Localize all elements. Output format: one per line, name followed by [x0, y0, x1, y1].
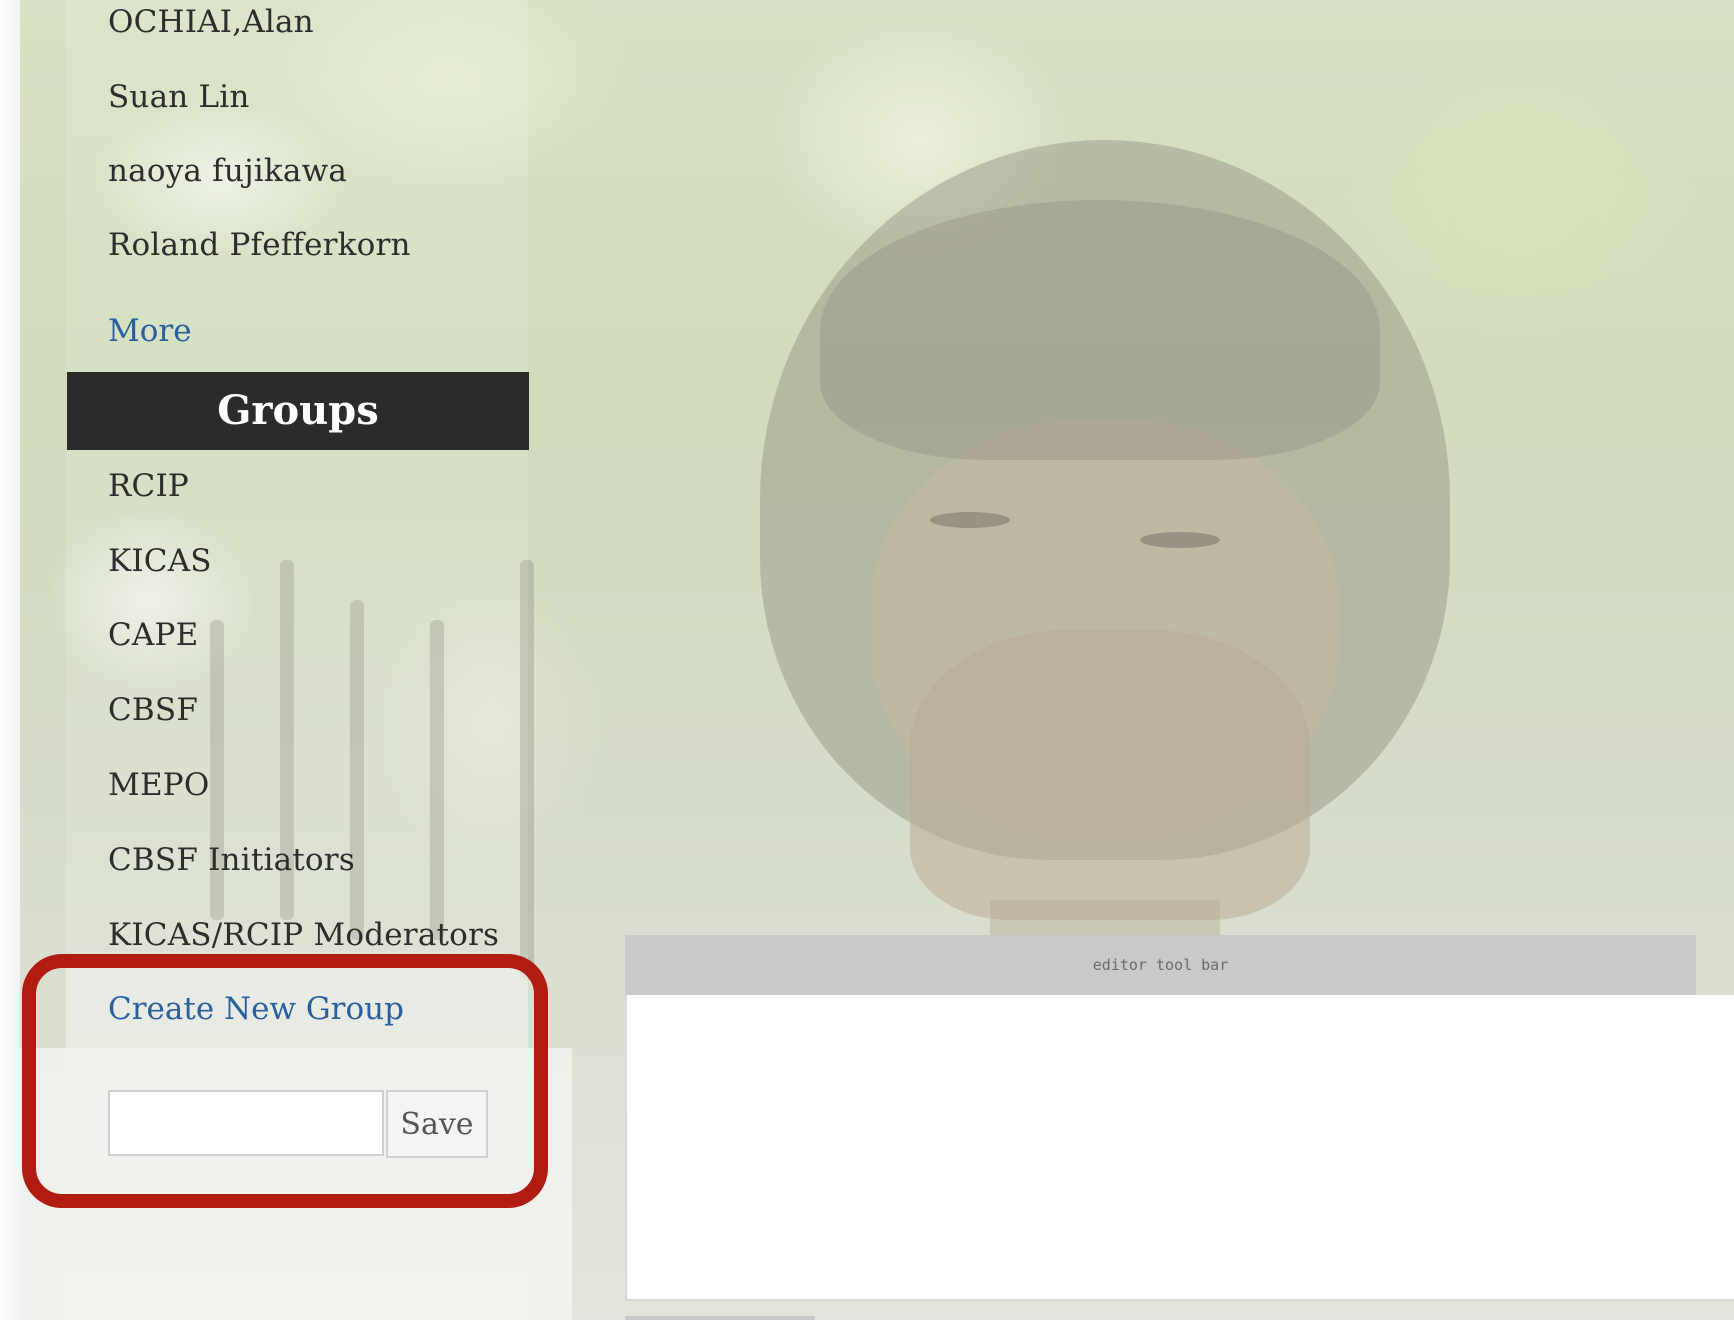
sidebar-item-group[interactable]: MEPO	[108, 767, 209, 803]
sidebar-item-group[interactable]: RCIP	[108, 468, 189, 504]
more-link[interactable]: More	[108, 313, 192, 349]
page-left-edge	[0, 0, 20, 1320]
sidebar-item-group[interactable]: CAPE	[108, 617, 198, 653]
editor-toolbar: editor tool bar	[625, 935, 1696, 995]
editor-footer-strip	[625, 1316, 815, 1320]
sidebar-item-group[interactable]: CBSF	[108, 692, 198, 728]
sidebar-item-person[interactable]: Roland Pfefferkorn	[108, 227, 411, 263]
sidebar-item-group[interactable]: KICAS	[108, 543, 212, 579]
groups-header: Groups	[67, 372, 529, 450]
editor-text-area[interactable]	[625, 995, 1734, 1301]
annotation-highlight-box	[22, 954, 548, 1208]
sidebar-item-group[interactable]: CBSF Initiators	[108, 842, 355, 878]
sidebar-item-person[interactable]: naoya fujikawa	[108, 153, 347, 189]
sidebar-item-person[interactable]: OCHIAI,Alan	[108, 4, 314, 40]
sidebar-item-group[interactable]: KICAS/RCIP Moderators	[108, 917, 499, 953]
sidebar-item-person[interactable]: Suan Lin	[108, 79, 250, 115]
